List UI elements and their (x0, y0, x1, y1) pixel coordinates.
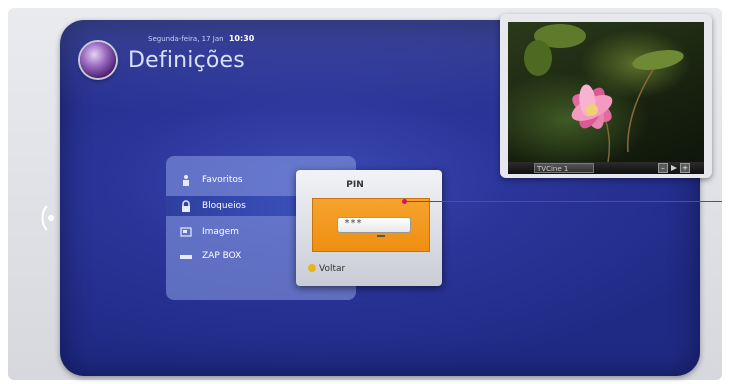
pin-entry-area: *** (312, 198, 430, 252)
callout-dot (402, 199, 407, 204)
menu-item-label: Bloqueios (202, 201, 246, 211)
date-time: Segunda-feira, 17 Jan 10:30 (148, 34, 254, 43)
callout-line (404, 201, 722, 202)
play-arrow-icon (671, 165, 677, 171)
yellow-key-icon (308, 264, 316, 272)
menu-item-label: Favoritos (202, 175, 243, 185)
lotus-flower-image (524, 24, 684, 162)
menu-item-label: ZAP BOX (202, 251, 242, 261)
pin-dialog: PIN *** Voltar (296, 170, 442, 286)
pin-input[interactable]: *** (337, 217, 411, 233)
volume-down-button[interactable]: – (658, 163, 668, 173)
favorites-icon (180, 174, 192, 186)
preview-image (508, 22, 704, 162)
channel-name: TVCine 1 (534, 163, 594, 173)
image-icon (180, 226, 192, 238)
back-button[interactable]: Voltar (308, 264, 345, 274)
date-text: Segunda-feira, 17 Jan (148, 35, 224, 43)
menu-item-zap-box[interactable]: ZAP BOX (166, 246, 296, 266)
menu-item-bloqueios[interactable]: Bloqueios (166, 196, 296, 216)
back-label: Voltar (319, 264, 346, 274)
time-text: 10:30 (228, 34, 255, 43)
tv-preview-window[interactable]: TVCine 1 – + (500, 14, 712, 178)
menu-item-favoritos[interactable]: Favoritos (166, 170, 296, 190)
app-logo-icon (80, 42, 116, 78)
side-indicator-icon (41, 205, 54, 231)
volume-up-button[interactable]: + (680, 163, 690, 173)
preview-controls: TVCine 1 – + (508, 162, 704, 174)
page-title: Definições (128, 48, 245, 73)
menu-item-label: Imagem (202, 227, 239, 237)
zapbox-icon (180, 250, 192, 262)
pin-title: PIN (346, 180, 364, 190)
menu-item-imagem[interactable]: Imagem (166, 222, 296, 242)
lock-icon (180, 200, 192, 212)
pin-cursor (377, 235, 385, 237)
